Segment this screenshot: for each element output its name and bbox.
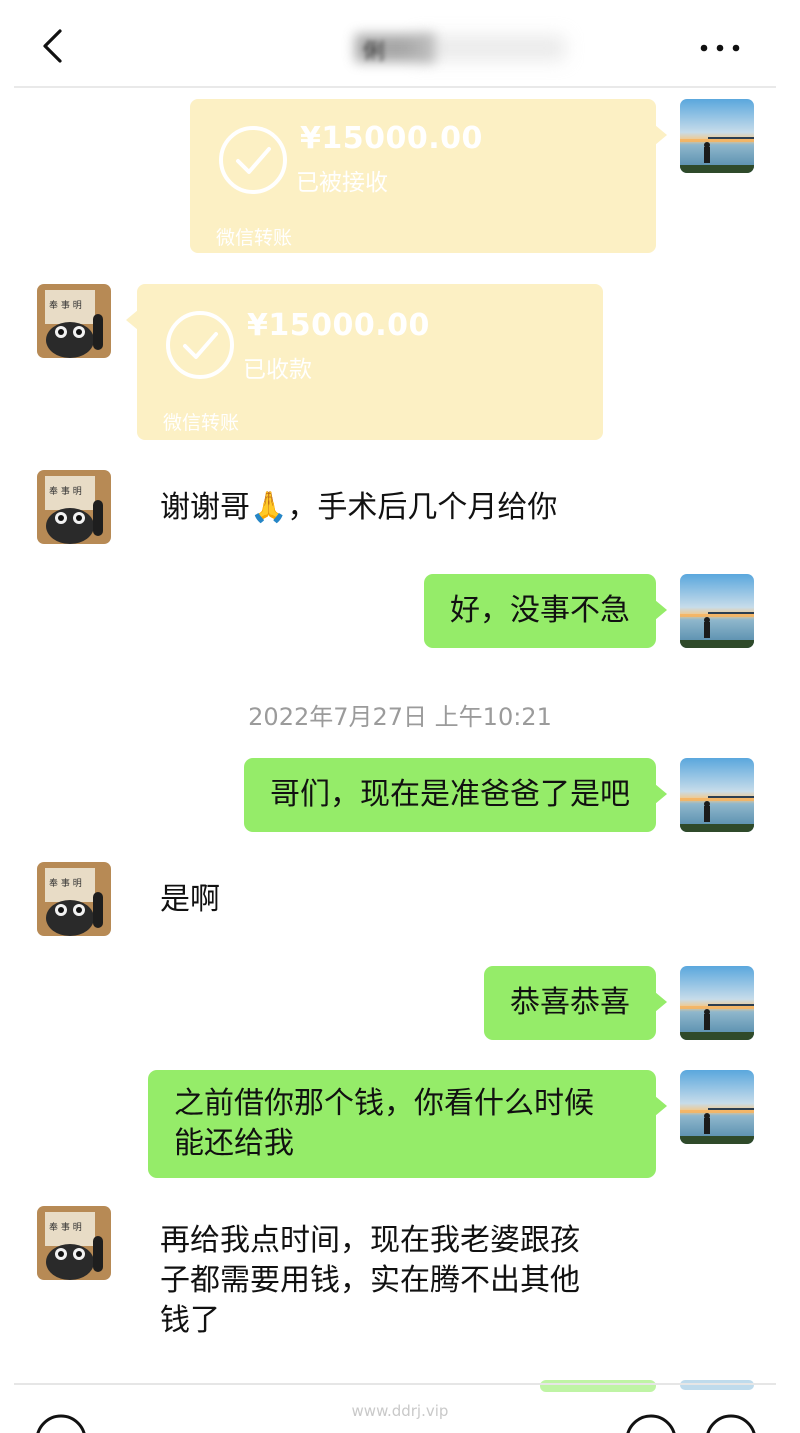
- emoji-icon[interactable]: [624, 1413, 678, 1433]
- chat-header: 俐: [0, 0, 800, 88]
- contact-avatar[interactable]: 奉 事 明: [37, 470, 111, 544]
- svg-text:奉 事 明: 奉 事 明: [49, 1221, 82, 1233]
- my-avatar[interactable]: [680, 99, 754, 173]
- sunset-avatar-image: [680, 758, 754, 832]
- transfer-card-sent[interactable]: ¥15000.00 已被接收 微信转账: [190, 99, 667, 253]
- sunset-avatar-image: [680, 574, 754, 648]
- message-timestamp: 2022年7月27日 上午10:21: [248, 703, 552, 731]
- voice-icon[interactable]: [34, 1413, 88, 1433]
- transfer-amount: ¥15000.00: [300, 121, 483, 156]
- sent-message[interactable]: 好，没事不急: [424, 574, 667, 648]
- sunset-avatar-image: [680, 99, 754, 173]
- watermark: www.ddrj.vip: [351, 1402, 449, 1420]
- svg-text:奉 事 明: 奉 事 明: [49, 485, 82, 497]
- my-avatar[interactable]: [680, 1070, 754, 1144]
- svg-text:奉 事 明: 奉 事 明: [49, 299, 82, 311]
- sent-message[interactable]: 之前借你那个钱，你看什么时候 能还给我: [148, 1070, 667, 1178]
- received-message-line: 再给我点时间，现在我老婆跟孩: [160, 1223, 580, 1258]
- my-avatar[interactable]: [680, 966, 754, 1040]
- back-button[interactable]: [40, 28, 70, 64]
- my-avatar[interactable]: [680, 574, 754, 648]
- plus-icon[interactable]: [704, 1413, 758, 1433]
- chevron-left-icon: [43, 29, 62, 63]
- my-avatar-partial: [680, 1380, 754, 1390]
- sent-message-text: 哥们，现在是准爸爸了是吧: [270, 777, 630, 812]
- sunset-avatar-image: [680, 966, 754, 1040]
- transfer-amount: ¥15000.00: [247, 308, 430, 343]
- sent-message-line: 能还给我: [174, 1126, 294, 1161]
- contact-avatar[interactable]: 奉 事 明: [37, 284, 111, 358]
- sunset-avatar-image: [680, 1070, 754, 1144]
- panda-avatar-image: 奉 事 明: [37, 284, 111, 358]
- received-message[interactable]: 是啊: [160, 880, 220, 920]
- panda-avatar-image: 奉 事 明: [37, 470, 111, 544]
- sent-message-line: 之前借你那个钱，你看什么时候: [174, 1086, 594, 1121]
- contact-avatar[interactable]: 奉 事 明: [37, 862, 111, 936]
- sent-message[interactable]: 哥们，现在是准爸爸了是吧: [244, 758, 667, 832]
- chat-title: 俐: [355, 30, 570, 66]
- contact-avatar[interactable]: 奉 事 明: [37, 1206, 111, 1280]
- more-button[interactable]: [698, 38, 742, 58]
- my-avatar[interactable]: [680, 758, 754, 832]
- sent-message[interactable]: 恭喜恭喜: [484, 966, 667, 1040]
- panda-avatar-image: 奉 事 明: [37, 1206, 111, 1280]
- received-message[interactable]: 谢谢哥🙏，手术后几个月给你: [160, 488, 557, 528]
- sent-message-partial: [540, 1380, 656, 1392]
- panda-avatar-image: 奉 事 明: [37, 862, 111, 936]
- sent-message-text: 好，没事不急: [450, 593, 630, 628]
- input-bar-divider: [14, 1383, 776, 1385]
- sent-message-text: 恭喜恭喜: [510, 985, 630, 1020]
- header-divider: [14, 86, 776, 88]
- check-circle-icon: [219, 126, 287, 194]
- transfer-status: 已收款: [243, 357, 312, 383]
- transfer-footer: 微信转账: [216, 227, 293, 249]
- chat-title-text: 俐: [363, 40, 386, 65]
- transfer-status: 已被接收: [296, 170, 388, 196]
- ellipsis-icon: [700, 44, 740, 52]
- received-message-line: 钱了: [160, 1303, 220, 1338]
- svg-text:奉 事 明: 奉 事 明: [49, 877, 82, 889]
- received-message-line: 子都需要用钱，实在腾不出其他: [160, 1263, 580, 1298]
- check-circle-icon: [166, 311, 234, 379]
- received-message[interactable]: 再给我点时间，现在我老婆跟孩 子都需要用钱，实在腾不出其他 钱了: [160, 1221, 580, 1341]
- transfer-card-received[interactable]: ¥15000.00 已收款 微信转账: [126, 284, 603, 440]
- transfer-footer: 微信转账: [163, 412, 240, 434]
